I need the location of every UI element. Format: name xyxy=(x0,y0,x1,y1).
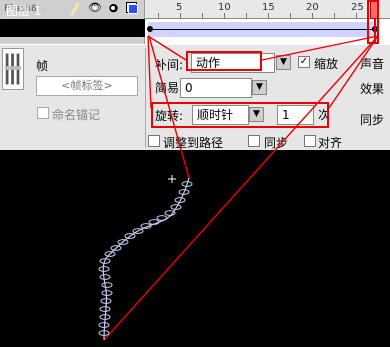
crosshair-icon xyxy=(168,175,176,183)
annotation-overlay xyxy=(98,35,379,341)
callout-lines xyxy=(103,35,379,341)
